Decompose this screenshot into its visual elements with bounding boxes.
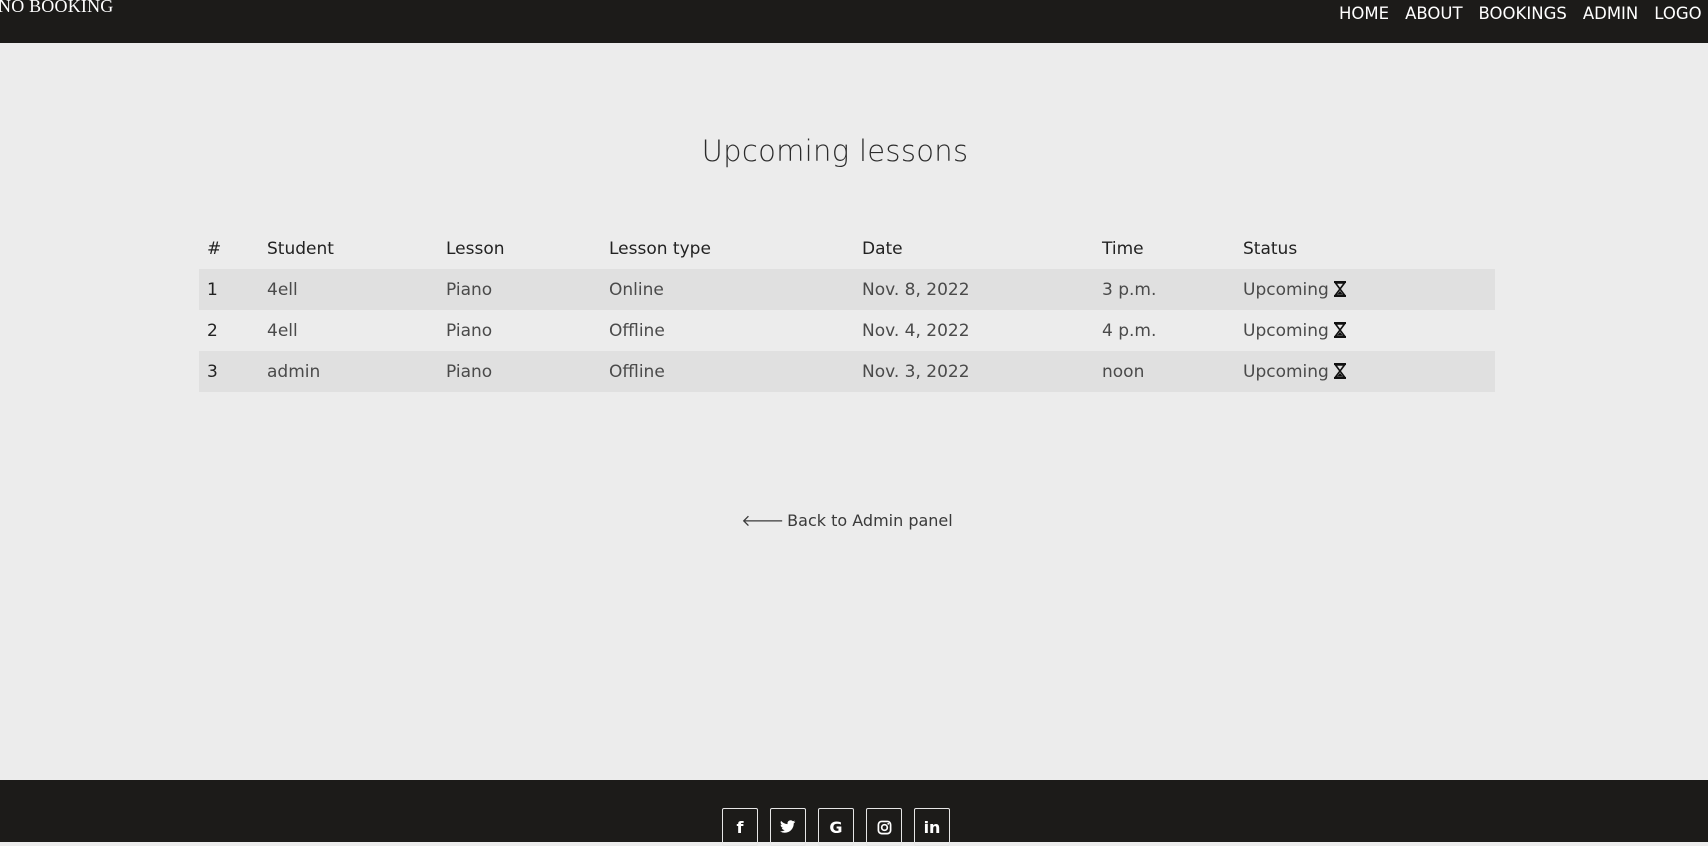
nav-bookings-link[interactable]: BOOKINGS <box>1479 4 1567 23</box>
header-status: Status <box>1243 238 1298 259</box>
row-lesson-type: Online <box>609 279 664 300</box>
header-number: # <box>207 238 222 259</box>
hourglass-icon <box>1333 362 1346 379</box>
footer: f G in <box>0 780 1708 846</box>
nav-logout-link[interactable]: LOGO <box>1654 4 1701 23</box>
lessons-table-wrapper: # Student Lesson Lesson type Date Time S… <box>199 228 1495 392</box>
nav-links: HOME ABOUT BOOKINGS ADMIN LOGO <box>1339 4 1702 23</box>
nav-about-link[interactable]: ABOUT <box>1405 4 1462 23</box>
facebook-icon[interactable]: f <box>722 808 758 846</box>
row-number: 3 <box>207 361 218 382</box>
row-lesson: Piano <box>446 361 493 382</box>
row-student: admin <box>267 361 321 382</box>
navbar: NO BOOKING HOME ABOUT BOOKINGS ADMIN LOG… <box>0 0 1708 43</box>
social-links: f G in <box>722 808 950 846</box>
navbar-clip: NO BOOKING HOME ABOUT BOOKINGS ADMIN LOG… <box>0 0 1708 43</box>
row-number: 2 <box>207 320 218 341</box>
row-time: 4 p.m. <box>1102 320 1157 341</box>
table-row: 3 admin Piano Offline Nov. 3, 2022 noon … <box>199 351 1495 392</box>
arrow-left-icon: 🡐 <box>741 511 785 530</box>
row-lesson: Piano <box>446 320 493 341</box>
row-date: Nov. 3, 2022 <box>862 361 970 382</box>
row-lesson-type: Offline <box>609 320 665 341</box>
row-date: Nov. 4, 2022 <box>862 320 970 341</box>
table-header-row: # Student Lesson Lesson type Date Time S… <box>199 228 1495 269</box>
row-date: Nov. 8, 2022 <box>862 279 970 300</box>
instagram-icon[interactable] <box>866 808 902 846</box>
row-status: Upcoming <box>1235 351 1495 392</box>
row-time: 3 p.m. <box>1102 279 1157 300</box>
back-link-label: Back to Admin panel <box>787 511 953 530</box>
row-lesson-type: Offline <box>609 361 665 382</box>
brand-logo[interactable]: NO BOOKING <box>0 0 114 17</box>
row-lesson: Piano <box>446 279 493 300</box>
twitter-icon[interactable] <box>770 808 806 846</box>
header-time: Time <box>1102 238 1144 259</box>
linkedin-icon[interactable]: in <box>914 808 950 846</box>
row-number: 1 <box>207 279 218 300</box>
page-title: Upcoming lessons <box>701 134 969 168</box>
row-time: noon <box>1102 361 1145 382</box>
row-status: Upcoming <box>1235 310 1495 351</box>
status-label: Upcoming <box>1243 279 1329 300</box>
table-row: 2 4ell Piano Offline Nov. 4, 2022 4 p.m.… <box>199 310 1495 351</box>
back-to-admin-link[interactable]: 🡐 Back to Admin panel <box>0 510 1694 530</box>
row-status: Upcoming <box>1235 269 1495 310</box>
nav-home-link[interactable]: HOME <box>1339 4 1389 23</box>
row-student: 4ell <box>267 279 298 300</box>
nav-admin-link[interactable]: ADMIN <box>1583 4 1638 23</box>
status-label: Upcoming <box>1243 361 1329 382</box>
row-student: 4ell <box>267 320 298 341</box>
header-student: Student <box>267 238 334 259</box>
header-date: Date <box>862 238 903 259</box>
header-lesson: Lesson <box>446 238 505 259</box>
header-lesson-type: Lesson type <box>609 238 711 259</box>
hourglass-icon <box>1333 321 1346 338</box>
status-label: Upcoming <box>1243 320 1329 341</box>
lessons-table: # Student Lesson Lesson type Date Time S… <box>199 228 1495 392</box>
hourglass-icon <box>1333 280 1346 297</box>
google-icon[interactable]: G <box>818 808 854 846</box>
table-row: 1 4ell Piano Online Nov. 8, 2022 3 p.m. … <box>199 269 1495 310</box>
